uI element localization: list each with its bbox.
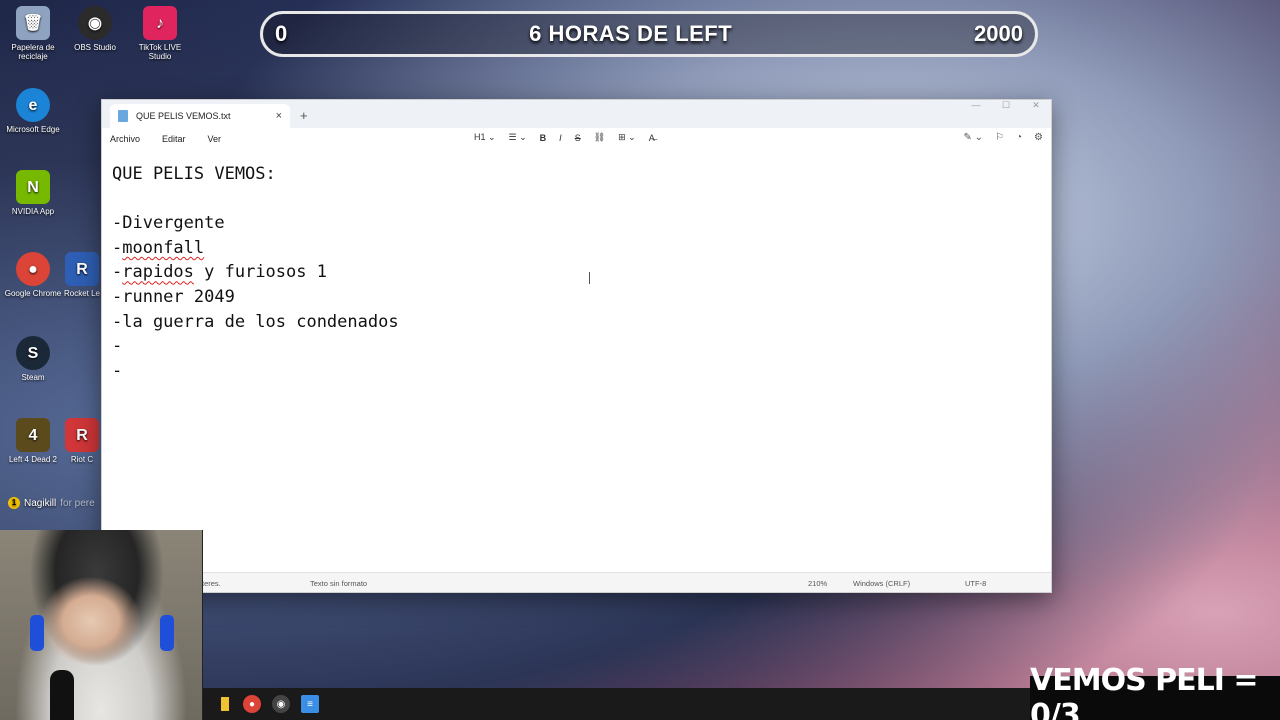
desktop-icon-recycle-bin[interactable]: 🗑 Papelera de reciclaje — [0, 6, 66, 61]
minimize-button[interactable]: — — [961, 100, 991, 114]
chat-message: for pere — [60, 497, 95, 509]
edge-icon: e — [16, 88, 50, 122]
overlay-title: 6 HORAS DE LEFT — [529, 21, 733, 46]
overlay-left-value: 0 — [275, 21, 288, 46]
settings-icon[interactable]: ⚙ — [1034, 132, 1043, 143]
file-explorer-icon[interactable] — [221, 697, 229, 711]
headset-right — [160, 615, 174, 651]
chat-notification: 1 Nagikill for pere — [8, 497, 95, 509]
webcam-feed — [0, 530, 203, 720]
desktop-icon-label: NVIDIA App — [11, 207, 55, 216]
vemos-peli-banner: VEMOS PELI = 0/3 — [1030, 663, 1280, 720]
menu-archivo[interactable]: Archivo — [110, 134, 140, 144]
desktop-icon-label: Rocket Le — [63, 289, 101, 298]
editor-line-moonfall: -moonfall — [112, 237, 205, 258]
desktop-icon-nvidia[interactable]: N NVIDIA App — [0, 170, 66, 216]
headset-left — [30, 615, 44, 651]
obs-taskbar-icon[interactable]: ◉ — [272, 695, 290, 713]
tab-label: QUE PELIS VEMOS.txt — [136, 111, 231, 121]
desktop-icon-label: Left 4 Dead 2 — [8, 455, 58, 464]
recycle-bin-icon: 🗑 — [16, 6, 50, 40]
desktop-icon-edge[interactable]: e Microsoft Edge — [0, 88, 66, 134]
notepad-window: QUE PELIS VEMOS.txt × + — ☐ ✕ Archivo Ed… — [101, 99, 1052, 593]
feedback-icon[interactable]: ⚐ — [995, 132, 1004, 143]
spellcheck-word: moonfall — [122, 237, 205, 258]
desktop-icon-riot[interactable]: R Riot C — [62, 418, 102, 464]
riot-icon: R — [65, 418, 99, 452]
chrome-icon: ● — [16, 252, 50, 286]
heading-dropdown[interactable]: H1 ⌄ — [474, 132, 496, 143]
steam-icon: S — [16, 336, 50, 370]
status-char-count: teres. — [202, 579, 221, 588]
rocket-league-icon: R — [65, 252, 99, 286]
strikethrough-button[interactable]: S — [575, 133, 581, 143]
new-tab-button[interactable]: + — [300, 108, 308, 123]
obs-icon: ◉ — [78, 6, 112, 40]
editor-line: - — [112, 336, 123, 357]
desktop-icon-rocket-league[interactable]: R Rocket Le — [62, 252, 102, 298]
copilot-icon[interactable]: ✎ ⌄ — [963, 132, 983, 143]
spellcheck-word: rapidos — [122, 262, 194, 283]
italic-button[interactable]: I — [559, 133, 562, 143]
editor-line: -la guerra de los condenados — [112, 311, 399, 332]
nvidia-icon: N — [16, 170, 50, 204]
maximize-button[interactable]: ☐ — [991, 100, 1021, 114]
link-icon[interactable]: ⛓ — [594, 132, 605, 143]
title-bar: QUE PELIS VEMOS.txt × + — ☐ ✕ — [102, 100, 1051, 128]
menu-ver[interactable]: Ver — [208, 134, 222, 144]
toolbar-right: ✎ ⌄ ⚐ ◔ ⚙ — [951, 132, 1043, 143]
editor-line: - — [112, 360, 123, 381]
chat-badge: 1 — [8, 497, 20, 509]
tab-que-pelis-vemos[interactable]: QUE PELIS VEMOS.txt × — [110, 104, 290, 128]
desktop-icon-label: Google Chrome — [4, 289, 62, 298]
editor-line: -runner 2049 — [112, 286, 235, 307]
list-dropdown-icon[interactable]: ☰ ⌄ — [509, 132, 527, 143]
table-dropdown-icon[interactable]: ⊞ ⌄ — [618, 132, 636, 143]
editor-line: -Divergente — [112, 213, 225, 234]
desktop-icon-obs[interactable]: ◉ OBS Studio — [62, 6, 128, 52]
desktop-icon-label: Papelera de reciclaje — [11, 43, 55, 61]
desktop-icon-chrome[interactable]: ● Google Chrome — [0, 252, 66, 298]
bold-button[interactable]: B — [540, 133, 547, 143]
status-zoom[interactable]: 210% — [808, 579, 827, 588]
desktop-icon-label: OBS Studio — [74, 43, 116, 52]
desktop-icon-label: Microsoft Edge — [6, 125, 60, 134]
chat-user: Nagikill — [24, 497, 57, 509]
window-controls: — ☐ ✕ — [961, 100, 1051, 114]
text-cursor — [589, 272, 590, 284]
desktop-icon-label: TikTok LIVE Studio — [138, 43, 182, 61]
microphone — [50, 670, 74, 720]
desktop-icon-steam[interactable]: S Steam — [0, 336, 66, 382]
file-icon — [118, 110, 128, 122]
close-button[interactable]: ✕ — [1021, 100, 1051, 114]
stream-overlay-bar: 0 6 HORAS DE LEFT 2000 — [260, 11, 1038, 57]
desktop-icon-label: Steam — [21, 373, 45, 382]
tab-close-button[interactable]: × — [276, 110, 282, 122]
desktop-icon-tiktok[interactable]: ♪ TikTok LIVE Studio — [127, 6, 193, 61]
chrome-taskbar-icon[interactable]: ● — [243, 695, 261, 713]
editor-line-rapidos: -rapidos y furiosos 1 — [112, 262, 327, 283]
desktop-icon-label: Riot C — [70, 455, 94, 464]
notepad-taskbar-icon[interactable]: ≡ — [301, 695, 319, 713]
left4dead2-icon: 4 — [16, 418, 50, 452]
editor-line: QUE PELIS VEMOS: — [112, 164, 276, 184]
menu-editar[interactable]: Editar — [162, 134, 186, 144]
status-bar: teres. Texto sin formato 210% Windows (C… — [102, 572, 1051, 592]
format-toolbar: H1 ⌄ ☰ ⌄ B I S ⛓ ⊞ ⌄ A̶ — [474, 132, 668, 143]
status-encoding[interactable]: UTF-8 — [965, 579, 986, 588]
text-editor[interactable]: QUE PELIS VEMOS: -Divergente -moonfall -… — [102, 150, 1051, 576]
status-line-ending[interactable]: Windows (CRLF) — [853, 579, 910, 588]
account-icon[interactable]: ◔ — [1016, 132, 1022, 143]
menu-bar: Archivo Editar Ver H1 ⌄ ☰ ⌄ B I S ⛓ ⊞ ⌄ … — [102, 128, 1051, 150]
desktop-icon-left4dead2[interactable]: 4 Left 4 Dead 2 — [0, 418, 66, 464]
tiktok-icon: ♪ — [143, 6, 177, 40]
status-format: Texto sin formato — [310, 579, 368, 588]
clear-format-icon[interactable]: A̶ — [649, 133, 655, 143]
overlay-right-value: 2000 — [974, 21, 1023, 46]
